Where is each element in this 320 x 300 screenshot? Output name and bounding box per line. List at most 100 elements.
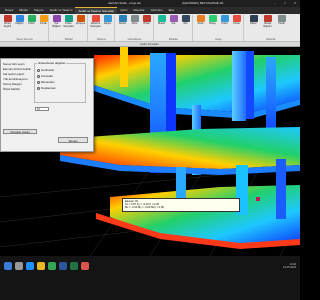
ribbon-button-radye[interactable]: Radye (102, 15, 113, 26)
explorer-icon[interactable] (37, 262, 45, 270)
excel-icon[interactable] (70, 262, 78, 270)
system-tray[interactable]: 14:32 12.05.2023 (283, 263, 296, 269)
edge-icon[interactable] (26, 262, 34, 270)
tab-gorunum[interactable]: Görünüm (148, 7, 166, 14)
ribbon-group-label: Döşeme (97, 38, 106, 41)
ribbon-button-hesap-raporu[interactable]: Hesap Raporu (262, 15, 273, 29)
radio-kuvvetler[interactable]: Kuvvetler (37, 74, 53, 78)
windows-icon[interactable] (4, 262, 12, 270)
groupbox-title: Gösterilecek değerler (37, 61, 67, 65)
tab-dosya[interactable]: Dosya (2, 7, 16, 14)
button-label: Kat Bilgileri (52, 22, 61, 28)
ribbon-group-raporlar: Rapor Hesap Raporu Yazdır Raporlar (245, 15, 297, 41)
ribbon-button-model[interactable]: Model (156, 15, 167, 26)
ribbon-button-kolon[interactable]: Kolon (26, 15, 37, 26)
printer-icon (277, 15, 286, 22)
close-button[interactable]: ✕ (292, 0, 298, 7)
column (266, 57, 276, 137)
scale-input[interactable]: 10 (35, 107, 49, 111)
button-label: Perde (40, 22, 47, 25)
ribbon-button-doseme[interactable]: Döşeme Sonuçları (90, 15, 101, 29)
ribbon-group-label: Detay (215, 38, 222, 41)
tab-analiz[interactable]: Analiz ve Tasarım (47, 7, 76, 14)
ribbon-button-kolon-sonuclari[interactable]: Kolon Sonuçları (63, 15, 74, 29)
radio-label: Kuvvetler (41, 74, 54, 78)
ribbon-group-doseme: Döşeme Sonuçları Radye Döşeme (89, 15, 115, 41)
radio-label: Momentler (41, 80, 55, 84)
dialog-option[interactable]: Ölçek faktörü (3, 87, 20, 91)
ribbon-button-gizle[interactable]: Gizle (129, 15, 140, 26)
model-icon (157, 15, 166, 22)
show-results-button[interactable]: Sonuçları Göster (3, 129, 37, 134)
ribbon-button-cerceve[interactable]: Çerçeve (75, 15, 86, 26)
ribbon-group-label: Sonuç Sunumu (16, 38, 33, 41)
axis-icon (181, 15, 190, 22)
frame-icon (76, 15, 85, 22)
ribbon-group-label: Modeller (168, 38, 179, 41)
button-label: Hesap Raporu (263, 22, 272, 28)
tab-analiz-sonuclari[interactable]: Analiz ve Tasarım Sonuçları (75, 7, 118, 14)
ribbon-button-kat[interactable]: Kat (168, 15, 179, 26)
results-dialog: Sonuç türü seçin Eleman türünü belirtin … (0, 58, 94, 152)
report-icon (249, 15, 258, 22)
tab-raporlar[interactable]: Raporlar (130, 7, 147, 14)
search-icon[interactable] (15, 262, 23, 270)
button-label: Döşeme Sonuçları (90, 22, 101, 28)
ribbon-button-dugum[interactable]: Düğüm (14, 15, 25, 26)
ribbon-button-aks[interactable]: Aks (180, 15, 191, 26)
button-label: Kolon (28, 22, 35, 25)
ribbon-button-perde[interactable]: Perde (38, 15, 49, 26)
clock-date: 12.05.2023 (283, 266, 296, 269)
chrome-icon[interactable] (48, 262, 56, 270)
tab-ekle[interactable]: Ekle (166, 7, 178, 14)
ribbon-group-tablolar: Kat Bilgileri Kolon Sonuçları Çerçeve Ta… (50, 15, 88, 41)
ribbon-button-kat-bilgileri[interactable]: Kat Bilgileri (51, 15, 62, 29)
dialog-option[interactable]: Yük kombinasyonu (3, 77, 27, 81)
tab-cizim[interactable]: Çizim (117, 7, 130, 14)
column-side (246, 51, 254, 119)
ribbon-button-kesit[interactable]: Kesit (195, 15, 206, 26)
scale-icon (142, 15, 151, 22)
maximize-button[interactable]: □ (282, 0, 288, 7)
dialog-option[interactable]: Sonuç bileşeni (3, 82, 22, 86)
dialog-option[interactable]: Eleman türünü belirtin (3, 67, 31, 71)
radio-gerilmeler[interactable]: Gerilmeler (37, 68, 54, 72)
word-icon[interactable] (59, 262, 67, 270)
table-icon (64, 15, 73, 22)
tab-mimari[interactable]: Mimari (16, 7, 31, 14)
radio-deplasman[interactable]: Deplasman (37, 86, 56, 90)
ribbon-button-detay-perde[interactable]: Perde (231, 15, 242, 26)
dialog-option[interactable]: Sonuç türü seçin (3, 62, 25, 66)
column (232, 51, 246, 121)
dialog-option[interactable]: Kat seçimi yapın (3, 72, 24, 76)
slab-icon (91, 15, 100, 22)
ribbon-button-detay-kolon[interactable]: Kolon (219, 15, 230, 26)
ribbon-button-yazdir[interactable]: Yazdır (276, 15, 287, 26)
column-icon (220, 15, 229, 22)
button-label: Rapor (250, 22, 257, 25)
lower-column (176, 167, 186, 201)
minimize-button[interactable]: – (272, 0, 278, 7)
document-icon (263, 15, 272, 22)
title-bar: IdeCAD Statik - proje.ide [ÇEKİRDEK] BET… (0, 0, 300, 7)
floor-icon (169, 15, 178, 22)
ribbon-group-label: Tablolar (64, 38, 73, 41)
ribbon-button-olcek[interactable]: Ölçek (141, 15, 152, 26)
selection-marker (256, 197, 260, 201)
button-label: Ölçek (143, 22, 150, 25)
ribbon-button-detay[interactable]: Detay (207, 15, 218, 26)
radio-dot (37, 80, 40, 84)
ribbon-button-sonuc-secimi[interactable]: Sonuç Seçimi (2, 15, 13, 29)
ribbon-group-sonuc: Sonuç Seçimi Düğüm Kolon Perde Sonuç Sun… (1, 15, 49, 41)
button-label: Aks (183, 22, 188, 25)
button-label: Gizle (131, 22, 138, 25)
radio-label: Gerilmeler (41, 68, 55, 72)
ok-button[interactable]: Tamam (58, 137, 88, 143)
ribbon-button-goster[interactable]: Göster (117, 15, 128, 26)
result-tooltip: Eleman: D1 Kx = 4.87 Ky = -0.32 K = 2.06… (122, 198, 240, 212)
ribbon-button-rapor[interactable]: Rapor (248, 15, 259, 26)
radio-momentler[interactable]: Momentler (37, 80, 55, 84)
idecad-icon[interactable] (81, 262, 89, 270)
tab-tasiyici[interactable]: Taşıyıcı (31, 7, 47, 14)
column-icon (27, 15, 36, 22)
